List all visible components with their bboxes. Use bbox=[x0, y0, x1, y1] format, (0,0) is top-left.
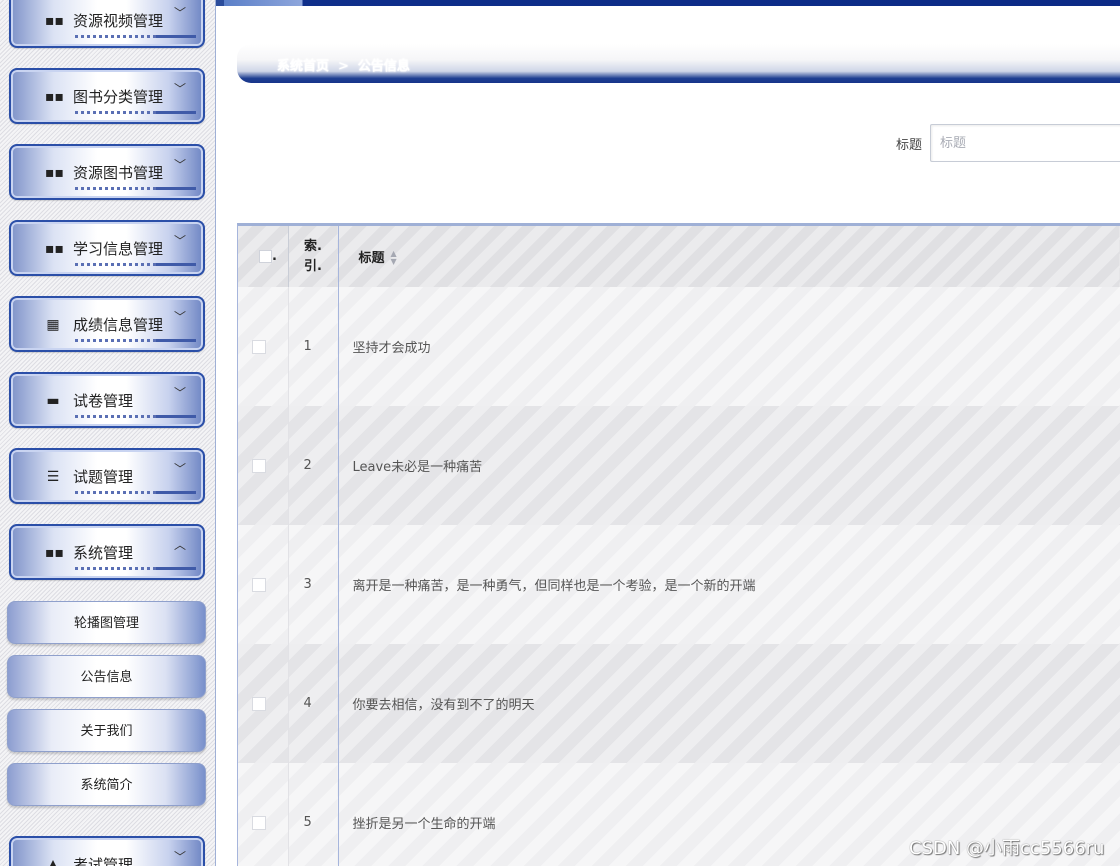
sidebar-group-label: 资源图书管理 bbox=[73, 164, 164, 182]
row-check-cell bbox=[238, 525, 289, 644]
sidebar-group-resource-book[interactable]: ▪▪ 资源图书管理 ﹀ bbox=[9, 144, 205, 200]
sidebar-sub-about[interactable]: 关于我们 bbox=[7, 709, 206, 752]
sidebar-group-label: 系统管理 bbox=[73, 544, 134, 562]
sidebar-sub-label: 公告信息 bbox=[80, 670, 133, 685]
table-row[interactable]: 4 你要去相信，没有到不了的明天 bbox=[238, 644, 1120, 763]
sidebar-sub-label: 系统简介 bbox=[80, 778, 133, 793]
group-underline bbox=[75, 415, 196, 418]
row-index: 2 bbox=[288, 406, 339, 525]
breadcrumb: 系统首页 > 公告信息 bbox=[277, 55, 410, 74]
table-row[interactable]: 1 坚持才会成功 bbox=[238, 287, 1120, 406]
sidebar-sub-carousel[interactable]: 轮播图管理 bbox=[7, 601, 206, 644]
row-checkbox[interactable] bbox=[252, 815, 266, 830]
sidebar-group-score-info[interactable]: ▦ 成绩信息管理 ﹀ bbox=[9, 296, 205, 352]
row-index: 3 bbox=[288, 525, 339, 644]
group-underline bbox=[75, 35, 196, 38]
breadcrumb-current: 公告信息 bbox=[357, 59, 410, 74]
chevron-down-icon: ﹀ bbox=[173, 6, 186, 20]
sidebar-group-label: 试卷管理 bbox=[73, 392, 134, 410]
row-title: 离开是一种痛苦，是一种勇气，但同样也是一个考验，是一个新的开端 bbox=[338, 525, 1120, 644]
row-title: Leave未必是一种痛苦 bbox=[338, 406, 1120, 525]
sidebar-group-system[interactable]: ▪▪ 系统管理 ︿ bbox=[9, 524, 205, 580]
chevron-down-icon: ﹀ bbox=[173, 234, 186, 248]
sidebar-group-question[interactable]: ☰ 试题管理 ﹀ bbox=[9, 448, 205, 504]
sidebar-group-label: 试题管理 bbox=[73, 468, 134, 486]
exam-icon: ▲ bbox=[47, 857, 59, 866]
sidebar-sub-label: 关于我们 bbox=[80, 724, 133, 739]
grid-icon: ▪▪ bbox=[45, 545, 64, 561]
row-title: 你要去相信，没有到不了的明天 bbox=[338, 644, 1120, 763]
column-header-title-label: 标题 bbox=[358, 250, 385, 266]
group-underline bbox=[75, 491, 196, 494]
group-underline bbox=[75, 111, 196, 114]
group-underline bbox=[75, 567, 196, 570]
header-check-cell: . bbox=[238, 226, 289, 287]
sidebar: ▪▪ 资源视频管理 ﹀ ▪▪ 图书分类管理 ﹀ ▪▪ 资源图书管理 ﹀ ▪▪ 学… bbox=[0, 0, 216, 866]
sidebar-group-resource-video[interactable]: ▪▪ 资源视频管理 ﹀ bbox=[9, 0, 205, 48]
group-underline bbox=[75, 339, 196, 342]
grid-icon: ▪▪ bbox=[45, 89, 64, 105]
breadcrumb-bar: 系统首页 > 公告信息 bbox=[237, 44, 1120, 83]
sidebar-group-paper[interactable]: ▬ 试卷管理 ﹀ bbox=[9, 372, 205, 428]
chevron-down-icon: ﹀ bbox=[173, 850, 186, 864]
row-checkbox[interactable] bbox=[252, 458, 266, 473]
chevron-down-icon: ﹀ bbox=[173, 158, 186, 172]
sidebar-sub-notice[interactable]: 公告信息 bbox=[7, 655, 206, 698]
sidebar-group-study-info[interactable]: ▪▪ 学习信息管理 ﹀ bbox=[9, 220, 205, 276]
chevron-down-icon: ﹀ bbox=[173, 82, 186, 96]
sidebar-group-exam[interactable]: ▲ 考试管理 ﹀ bbox=[9, 836, 205, 866]
sidebar-group-label: 考试管理 bbox=[73, 856, 134, 866]
sidebar-group-label: 资源视频管理 bbox=[73, 12, 164, 30]
breadcrumb-separator: > bbox=[338, 59, 349, 74]
sort-icon[interactable]: ▲ ▼ bbox=[391, 250, 397, 266]
notice-table: . 索. 引. 标题 ▲ ▼ 1 坚持才会成功 2 Leave未必是一种痛苦 3… bbox=[237, 223, 1120, 866]
row-check-cell bbox=[238, 763, 289, 866]
row-index: 5 bbox=[288, 763, 339, 866]
sidebar-group-label: 成绩信息管理 bbox=[73, 316, 164, 334]
group-underline bbox=[75, 263, 196, 266]
column-header-index: 索. 引. bbox=[288, 226, 339, 287]
grid-9-icon: ▦ bbox=[46, 317, 60, 333]
row-checkbox[interactable] bbox=[252, 696, 266, 711]
row-title: 坚持才会成功 bbox=[338, 287, 1120, 406]
column-header-title[interactable]: 标题 ▲ ▼ bbox=[338, 226, 1120, 287]
row-check-cell bbox=[238, 287, 289, 406]
video-icon: ▪▪ bbox=[45, 13, 64, 29]
sidebar-sub-label: 轮播图管理 bbox=[73, 616, 139, 631]
row-check-cell bbox=[238, 406, 289, 525]
row-check-cell bbox=[238, 644, 289, 763]
sliders-icon: ☰ bbox=[46, 469, 60, 485]
main-content: 系统首页 > 公告信息 标题 . 索. 引. 标题 ▲▼ 1 bbox=[217, 6, 1120, 866]
breadcrumb-home-link[interactable]: 系统首页 bbox=[277, 59, 329, 74]
header-check-suffix: . bbox=[272, 249, 277, 264]
search-label: 标题 bbox=[896, 138, 923, 153]
chevron-down-icon: ﹀ bbox=[173, 310, 186, 324]
row-index: 1 bbox=[288, 287, 339, 406]
sidebar-sub-intro[interactable]: 系统简介 bbox=[7, 763, 206, 806]
table-row[interactable]: 2 Leave未必是一种痛苦 bbox=[238, 406, 1120, 525]
table-header-row: . 索. 引. 标题 ▲ ▼ bbox=[238, 226, 1120, 287]
chevron-up-icon: ︿ bbox=[173, 538, 186, 552]
select-all-checkbox[interactable] bbox=[259, 250, 272, 263]
title-search-input[interactable] bbox=[930, 124, 1120, 162]
grid-icon: ▪▪ bbox=[45, 165, 64, 181]
sidebar-group-label: 图书分类管理 bbox=[73, 88, 164, 106]
sidebar-group-book-category[interactable]: ▪▪ 图书分类管理 ﹀ bbox=[9, 68, 205, 124]
table-row[interactable]: 3 离开是一种痛苦，是一种勇气，但同样也是一个考验，是一个新的开端 bbox=[238, 525, 1120, 644]
monitor-icon: ▬ bbox=[46, 393, 60, 409]
sidebar-group-label: 学习信息管理 bbox=[73, 240, 164, 258]
row-index: 4 bbox=[288, 644, 339, 763]
watermark-text: CSDN @小雨cc5566ru bbox=[909, 838, 1105, 859]
grid-icon: ▪▪ bbox=[45, 241, 64, 257]
chevron-down-icon: ﹀ bbox=[173, 462, 186, 476]
group-underline bbox=[75, 187, 196, 190]
row-checkbox[interactable] bbox=[252, 339, 266, 354]
row-checkbox[interactable] bbox=[252, 577, 266, 592]
chevron-down-icon: ﹀ bbox=[173, 386, 186, 400]
